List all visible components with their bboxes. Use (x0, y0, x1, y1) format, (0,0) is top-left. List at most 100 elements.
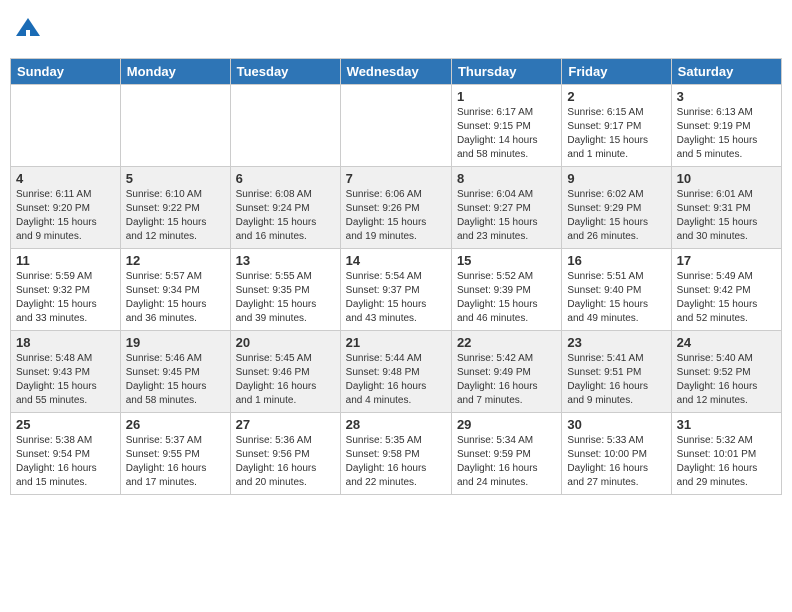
calendar-cell: 20 Sunrise: 5:45 AM Sunset: 9:46 PM Dayli… (230, 331, 340, 413)
day-info: Sunrise: 6:13 AM Sunset: 9:19 PM Dayligh… (677, 106, 776, 162)
calendar-cell: 4 Sunrise: 6:11 AM Sunset: 9:20 PM Daylig… (11, 167, 121, 249)
day-info: Sunrise: 6:06 AM Sunset: 9:26 PM Dayligh… (346, 188, 446, 244)
logo-icon (14, 16, 42, 44)
day-info: Sunrise: 5:41 AM Sunset: 9:51 PM Dayligh… (567, 352, 665, 408)
calendar-week-row: 1 Sunrise: 6:17 AM Sunset: 9:15 PM Daylig… (11, 85, 782, 167)
day-number: 23 (567, 335, 665, 350)
calendar-cell: 28Sunrise: 5:35 AM Sunset: 9:58 PM Dayli… (340, 413, 451, 495)
day-info: Sunrise: 5:46 AM Sunset: 9:45 PM Dayligh… (126, 352, 225, 408)
day-number: 24 (677, 335, 776, 350)
calendar-week-row: 25 Sunrise: 5:38 AM Sunset: 9:54 PM Dayli… (11, 413, 782, 495)
day-number: 14 (346, 253, 446, 268)
day-number: 3 (677, 89, 776, 104)
calendar-cell: 14Sunrise: 5:54 AM Sunset: 9:37 PM Dayli… (340, 249, 451, 331)
day-info: Sunrise: 5:35 AM Sunset: 9:58 PM Dayligh… (346, 434, 446, 490)
calendar-week-row: 11Sunrise: 5:59 AM Sunset: 9:32 PM Dayli… (11, 249, 782, 331)
day-info: Sunrise: 6:01 AM Sunset: 9:31 PM Dayligh… (677, 188, 776, 244)
logo (14, 16, 44, 44)
day-info: Sunrise: 6:17 AM Sunset: 9:15 PM Dayligh… (457, 106, 556, 162)
day-number: 16 (567, 253, 665, 268)
day-number: 8 (457, 171, 556, 186)
day-info: Sunrise: 5:52 AM Sunset: 9:39 PM Dayligh… (457, 270, 556, 326)
day-info: Sunrise: 6:04 AM Sunset: 9:27 PM Dayligh… (457, 188, 556, 244)
calendar-cell: 21 Sunrise: 5:44 AM Sunset: 9:48 PM Dayli… (340, 331, 451, 413)
calendar-cell: 25 Sunrise: 5:38 AM Sunset: 9:54 PM Dayli… (11, 413, 121, 495)
calendar-cell: 15 Sunrise: 5:52 AM Sunset: 9:39 PM Dayli… (451, 249, 561, 331)
day-info: Sunrise: 6:11 AM Sunset: 9:20 PM Dayligh… (16, 188, 115, 244)
calendar-cell: 18 Sunrise: 5:48 AM Sunset: 9:43 PM Dayli… (11, 331, 121, 413)
calendar-cell: 31 Sunrise: 5:32 AM Sunset: 10:01 PM Dayl… (671, 413, 781, 495)
day-number: 7 (346, 171, 446, 186)
day-info: Sunrise: 5:38 AM Sunset: 9:54 PM Dayligh… (16, 434, 115, 490)
calendar-week-row: 18 Sunrise: 5:48 AM Sunset: 9:43 PM Dayli… (11, 331, 782, 413)
day-info: Sunrise: 6:10 AM Sunset: 9:22 PM Dayligh… (126, 188, 225, 244)
weekday-header-friday: Friday (562, 59, 671, 85)
day-info: Sunrise: 5:57 AM Sunset: 9:34 PM Dayligh… (126, 270, 225, 326)
day-number: 22 (457, 335, 556, 350)
calendar-cell: 23 Sunrise: 5:41 AM Sunset: 9:51 PM Dayli… (562, 331, 671, 413)
day-info: Sunrise: 5:37 AM Sunset: 9:55 PM Dayligh… (126, 434, 225, 490)
weekday-header-sunday: Sunday (11, 59, 121, 85)
weekday-header-tuesday: Tuesday (230, 59, 340, 85)
day-number: 30 (567, 417, 665, 432)
day-info: Sunrise: 5:48 AM Sunset: 9:43 PM Dayligh… (16, 352, 115, 408)
calendar-cell (340, 85, 451, 167)
day-number: 18 (16, 335, 115, 350)
day-info: Sunrise: 5:33 AM Sunset: 10:00 PM Daylig… (567, 434, 665, 490)
day-info: Sunrise: 6:08 AM Sunset: 9:24 PM Dayligh… (236, 188, 335, 244)
day-number: 9 (567, 171, 665, 186)
calendar-table: SundayMondayTuesdayWednesdayThursdayFrid… (10, 58, 782, 495)
calendar-week-row: 4 Sunrise: 6:11 AM Sunset: 9:20 PM Daylig… (11, 167, 782, 249)
day-info: Sunrise: 5:44 AM Sunset: 9:48 PM Dayligh… (346, 352, 446, 408)
calendar-cell: 26 Sunrise: 5:37 AM Sunset: 9:55 PM Dayli… (120, 413, 230, 495)
calendar-cell: 22Sunrise: 5:42 AM Sunset: 9:49 PM Dayli… (451, 331, 561, 413)
day-info: Sunrise: 5:32 AM Sunset: 10:01 PM Daylig… (677, 434, 776, 490)
calendar-cell: 19 Sunrise: 5:46 AM Sunset: 9:45 PM Dayli… (120, 331, 230, 413)
day-info: Sunrise: 5:51 AM Sunset: 9:40 PM Dayligh… (567, 270, 665, 326)
day-number: 29 (457, 417, 556, 432)
day-info: Sunrise: 5:59 AM Sunset: 9:32 PM Dayligh… (16, 270, 115, 326)
day-number: 12 (126, 253, 225, 268)
calendar-cell (11, 85, 121, 167)
calendar-cell: 3 Sunrise: 6:13 AM Sunset: 9:19 PM Daylig… (671, 85, 781, 167)
day-number: 17 (677, 253, 776, 268)
weekday-header-saturday: Saturday (671, 59, 781, 85)
day-number: 21 (346, 335, 446, 350)
calendar-cell: 9 Sunrise: 6:02 AM Sunset: 9:29 PM Daylig… (562, 167, 671, 249)
day-number: 19 (126, 335, 225, 350)
calendar-cell: 30 Sunrise: 5:33 AM Sunset: 10:00 PM Dayl… (562, 413, 671, 495)
calendar-cell: 11Sunrise: 5:59 AM Sunset: 9:32 PM Dayli… (11, 249, 121, 331)
day-number: 4 (16, 171, 115, 186)
day-number: 1 (457, 89, 556, 104)
calendar-cell: 13Sunrise: 5:55 AM Sunset: 9:35 PM Dayli… (230, 249, 340, 331)
calendar-cell: 10 Sunrise: 6:01 AM Sunset: 9:31 PM Dayli… (671, 167, 781, 249)
day-number: 6 (236, 171, 335, 186)
weekday-header-monday: Monday (120, 59, 230, 85)
calendar-cell: 29 Sunrise: 5:34 AM Sunset: 9:59 PM Dayli… (451, 413, 561, 495)
calendar-cell: 5 Sunrise: 6:10 AM Sunset: 9:22 PM Daylig… (120, 167, 230, 249)
calendar-cell (120, 85, 230, 167)
day-number: 2 (567, 89, 665, 104)
day-number: 13 (236, 253, 335, 268)
calendar-cell: 17 Sunrise: 5:49 AM Sunset: 9:42 PM Dayli… (671, 249, 781, 331)
day-info: Sunrise: 5:36 AM Sunset: 9:56 PM Dayligh… (236, 434, 335, 490)
calendar-header-row: SundayMondayTuesdayWednesdayThursdayFrid… (11, 59, 782, 85)
day-info: Sunrise: 6:02 AM Sunset: 9:29 PM Dayligh… (567, 188, 665, 244)
day-number: 25 (16, 417, 115, 432)
day-number: 26 (126, 417, 225, 432)
calendar-cell: 6 Sunrise: 6:08 AM Sunset: 9:24 PM Daylig… (230, 167, 340, 249)
day-info: Sunrise: 5:49 AM Sunset: 9:42 PM Dayligh… (677, 270, 776, 326)
day-info: Sunrise: 5:45 AM Sunset: 9:46 PM Dayligh… (236, 352, 335, 408)
page-header (10, 10, 782, 50)
calendar-cell: 27 Sunrise: 5:36 AM Sunset: 9:56 PM Dayli… (230, 413, 340, 495)
day-number: 20 (236, 335, 335, 350)
day-number: 10 (677, 171, 776, 186)
day-number: 31 (677, 417, 776, 432)
day-number: 27 (236, 417, 335, 432)
day-number: 5 (126, 171, 225, 186)
weekday-header-thursday: Thursday (451, 59, 561, 85)
calendar-cell: 16 Sunrise: 5:51 AM Sunset: 9:40 PM Dayli… (562, 249, 671, 331)
day-info: Sunrise: 5:34 AM Sunset: 9:59 PM Dayligh… (457, 434, 556, 490)
calendar-cell: 7 Sunrise: 6:06 AM Sunset: 9:26 PM Daylig… (340, 167, 451, 249)
day-number: 15 (457, 253, 556, 268)
